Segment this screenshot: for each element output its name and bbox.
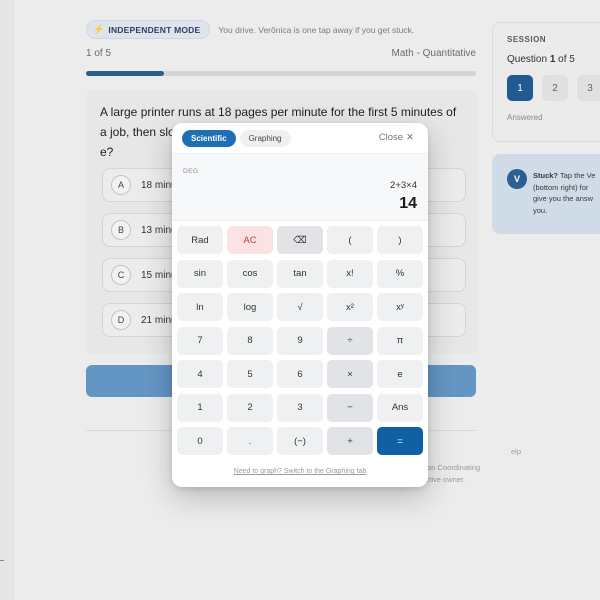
equals-key[interactable]: = xyxy=(377,427,423,455)
mode-badge-label: INDEPENDENT MODE xyxy=(108,24,201,35)
subtract-key[interactable]: − xyxy=(327,393,373,422)
answer-letter: B xyxy=(111,220,131,240)
pi-key[interactable]: π xyxy=(377,326,423,355)
rail-marker xyxy=(0,560,4,561)
tutor-avatar[interactable]: V xyxy=(507,169,527,189)
tab-graphing[interactable]: Graphing xyxy=(239,129,291,147)
question-counter: 1 of 5 xyxy=(86,48,112,59)
subject-label: Math - Quantitative xyxy=(391,48,476,59)
multiply-key[interactable]: × xyxy=(327,360,373,388)
divide-key[interactable]: ÷ xyxy=(327,326,373,355)
session-question-suffix: of 5 xyxy=(555,54,575,65)
key-8[interactable]: 8 xyxy=(227,326,273,355)
angle-mode-indicator: DEG xyxy=(183,168,199,175)
answer-letter: C xyxy=(111,265,131,285)
expression-display: 2+3×4 xyxy=(390,180,417,191)
open-paren-key[interactable]: ( xyxy=(327,226,373,254)
key-9[interactable]: 9 xyxy=(277,326,323,355)
independent-mode-badge[interactable]: ⚡ INDEPENDENT MODE xyxy=(86,20,211,39)
progress-fill xyxy=(86,71,164,76)
calculator-modal: Scientific Graphing Close ✕ DEG 2+3×4 14… xyxy=(172,123,428,487)
bolt-icon: ⚡ xyxy=(93,24,105,34)
key-sin[interactable]: sin xyxy=(177,259,223,288)
left-rail xyxy=(0,0,14,600)
key-tan[interactable]: tan xyxy=(277,259,323,288)
help-text: Stuck? Tap the Ve (bottom right) for giv… xyxy=(533,170,600,216)
help-card: V Stuck? Tap the Ve (bottom right) for g… xyxy=(492,154,600,234)
calculator-display: DEG 2+3×4 14 xyxy=(172,153,428,221)
session-question-indicator: Question 1 of 5 xyxy=(507,54,600,65)
close-button[interactable]: Close ✕ xyxy=(379,132,414,143)
progress-row: 1 of 5 Math - Quantitative xyxy=(86,48,476,59)
key-0[interactable]: 0 xyxy=(177,427,223,455)
clear-key[interactable]: AC xyxy=(227,226,273,254)
backspace-key[interactable]: ⌫ xyxy=(277,226,323,254)
key-cos[interactable]: cos xyxy=(227,259,273,288)
question-nav-2[interactable]: 2 xyxy=(542,75,568,101)
session-panel: SESSION Question 1 of 5 1 2 3 Answered xyxy=(492,22,600,142)
footer-help-link[interactable]: elp xyxy=(511,447,521,456)
factorial-key[interactable]: x! xyxy=(327,259,373,288)
calculator-header: Scientific Graphing Close ✕ xyxy=(172,123,428,153)
graphing-tab-link[interactable]: Need to graph? Switch to the Graphing ta… xyxy=(172,468,428,475)
key-6[interactable]: 6 xyxy=(277,360,323,388)
progress-bar xyxy=(86,71,476,76)
result-display: 14 xyxy=(399,195,417,212)
add-key[interactable]: + xyxy=(327,427,373,455)
key-3[interactable]: 3 xyxy=(277,393,323,422)
key-2[interactable]: 2 xyxy=(227,393,273,422)
key-1[interactable]: 1 xyxy=(177,393,223,422)
question-nav-1[interactable]: 1 xyxy=(507,75,533,101)
close-icon: ✕ xyxy=(406,132,414,143)
key-5[interactable]: 5 xyxy=(227,360,273,388)
percent-key[interactable]: % xyxy=(377,259,423,288)
mode-note: You drive. Verônica is one tap away if y… xyxy=(218,24,415,35)
question-nav-3[interactable]: 3 xyxy=(577,75,600,101)
key-4[interactable]: 4 xyxy=(177,360,223,388)
help-text-bold: Stuck? xyxy=(533,171,559,180)
power-key[interactable]: xʸ xyxy=(377,293,423,321)
key-ln[interactable]: ln xyxy=(177,293,223,321)
session-question-prefix: Question xyxy=(507,54,550,65)
key-ans[interactable]: Ans xyxy=(377,393,423,422)
mode-row: ⚡ INDEPENDENT MODE You drive. Verônica i… xyxy=(86,20,414,39)
session-heading: SESSION xyxy=(507,35,547,44)
key-log[interactable]: log xyxy=(227,293,273,321)
sqrt-key[interactable]: √ xyxy=(277,293,323,321)
decimal-key[interactable]: . xyxy=(227,427,273,455)
key-e[interactable]: e xyxy=(377,360,423,388)
answered-label: Answered xyxy=(507,113,543,122)
square-key[interactable]: x² xyxy=(327,293,373,321)
answer-letter: A xyxy=(111,175,131,195)
key-7[interactable]: 7 xyxy=(177,326,223,355)
close-paren-key[interactable]: ) xyxy=(377,226,423,254)
key-rad[interactable]: Rad xyxy=(177,226,223,254)
answer-letter: D xyxy=(111,310,131,330)
tab-scientific[interactable]: Scientific xyxy=(182,129,236,147)
question-nav: 1 2 3 xyxy=(507,75,600,101)
negate-key[interactable]: (−) xyxy=(277,427,323,455)
close-label: Close xyxy=(378,132,404,143)
